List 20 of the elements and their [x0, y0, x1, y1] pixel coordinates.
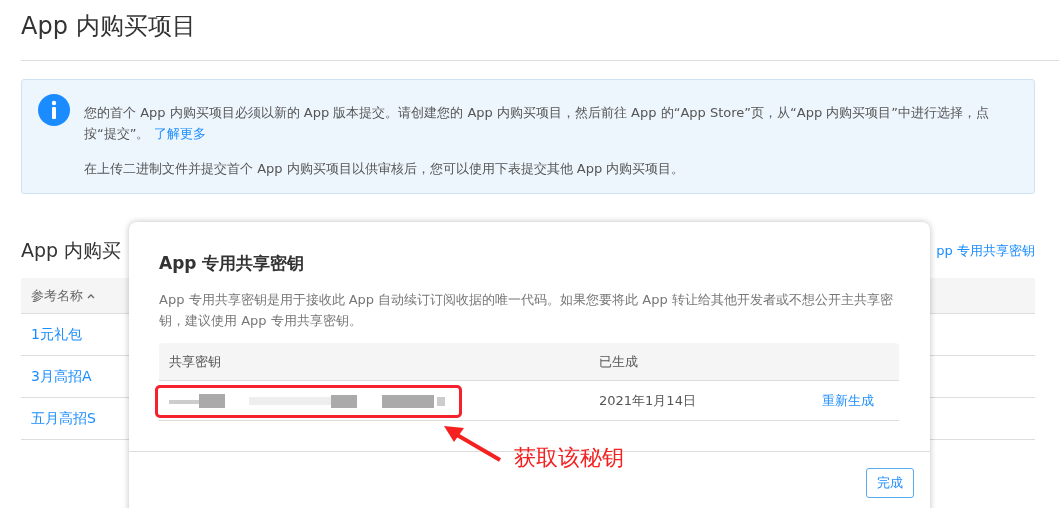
product-link[interactable]: 1元礼包 [31, 325, 82, 344]
shared-secret-link[interactable]: pp 专用共享密钥 [936, 242, 1035, 260]
generated-date: 2021年1月14日 [599, 391, 697, 410]
column-header: 共享密钥 [169, 352, 222, 371]
product-link[interactable]: 3月高招A [31, 367, 92, 386]
section-title: App 内购买 [21, 238, 122, 263]
notice-text: 在上传二进制文件并提交首个 App 内购买项目以供审核后，您可以使用下表提交其他 App 内购买项目。 [84, 160, 686, 178]
dialog-title: App 专用共享密钥 [159, 252, 306, 275]
notice-text: 您的首个 App 内购买项目必须以新的 App 版本提交。请创建您的 App 内购买项目，然后前往 App 的“App Store”页，从“App 内购买项目”中进行选择，点按“提交”。 了解更多 [84, 104, 990, 143]
regenerate-link[interactable]: 重新生成 [822, 391, 874, 410]
column-header[interactable]: 参考名称 [31, 286, 83, 305]
dialog-description: App 专用共享密钥是用于接收此 App 自动续订订阅收据的唯一代码。如果您要将此 App 转让给其他开发者或不想公开主共享密钥，建议使用 App 专用共享密钥。 [159, 291, 894, 330]
info-icon [38, 94, 70, 126]
page-title: App 内购买项目 [21, 11, 197, 42]
product-link[interactable]: 五月高招S [31, 409, 96, 428]
column-header: 已生成 [599, 352, 639, 371]
learn-more-link[interactable]: 了解更多 [153, 126, 206, 141]
annotation-text: 获取该秘钥 [514, 444, 624, 472]
done-button[interactable]: 完成 [866, 468, 914, 498]
sort-caret-icon [87, 292, 95, 299]
